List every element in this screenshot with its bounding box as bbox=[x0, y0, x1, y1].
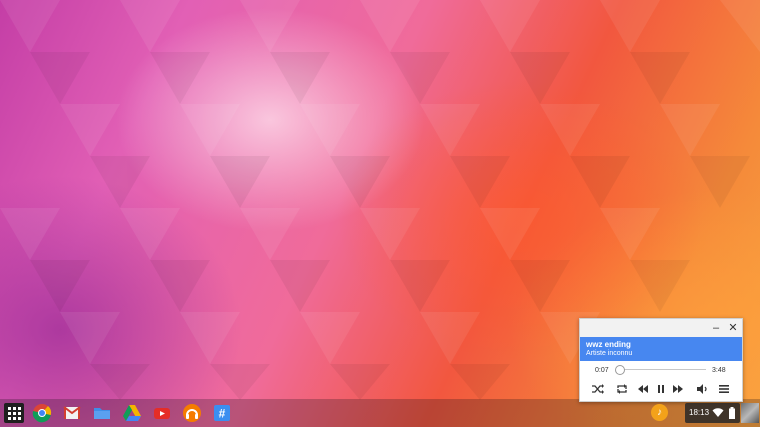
wifi-icon bbox=[712, 408, 724, 417]
pause-icon[interactable] bbox=[654, 382, 668, 394]
play-music-icon[interactable] bbox=[181, 402, 203, 424]
music-notification-icon[interactable]: ♪ bbox=[651, 404, 668, 421]
user-avatar[interactable] bbox=[741, 403, 759, 423]
hashtag-app-icon[interactable]: # bbox=[211, 402, 233, 424]
track-artist: Artiste inconnu bbox=[586, 350, 633, 357]
popup-titlebar: – ✕ bbox=[580, 319, 742, 337]
status-tray[interactable]: 18:13 bbox=[685, 403, 740, 423]
drive-icon[interactable] bbox=[121, 402, 143, 424]
duration-time: 3:48 bbox=[712, 367, 726, 374]
minimize-button[interactable]: – bbox=[709, 321, 723, 335]
repeat-icon[interactable] bbox=[615, 382, 629, 394]
playlist-menu-icon[interactable] bbox=[717, 382, 731, 394]
volume-icon[interactable] bbox=[695, 382, 709, 394]
chrome-icon[interactable] bbox=[31, 402, 53, 424]
track-title: wwz ending bbox=[586, 340, 631, 349]
files-icon[interactable] bbox=[91, 402, 113, 424]
elapsed-time: 0:07 bbox=[595, 367, 609, 374]
svg-text:#: # bbox=[219, 407, 226, 421]
next-icon[interactable] bbox=[671, 382, 685, 394]
close-button[interactable]: ✕ bbox=[726, 321, 740, 335]
battery-icon bbox=[729, 407, 735, 419]
track-info-banner: wwz ending Artiste inconnu bbox=[580, 337, 742, 361]
clock: 18:13 bbox=[689, 408, 710, 417]
youtube-icon[interactable] bbox=[151, 402, 173, 424]
previous-icon[interactable] bbox=[636, 382, 650, 394]
media-player-popup: – ✕ wwz ending Artiste inconnu 0:07 3:48 bbox=[579, 318, 743, 402]
seek-bar[interactable] bbox=[616, 369, 706, 370]
shelf bbox=[0, 399, 760, 427]
launcher-icon[interactable] bbox=[4, 403, 24, 423]
gmail-icon[interactable] bbox=[61, 402, 83, 424]
seek-knob[interactable] bbox=[614, 365, 625, 375]
shuffle-icon[interactable] bbox=[591, 382, 605, 394]
